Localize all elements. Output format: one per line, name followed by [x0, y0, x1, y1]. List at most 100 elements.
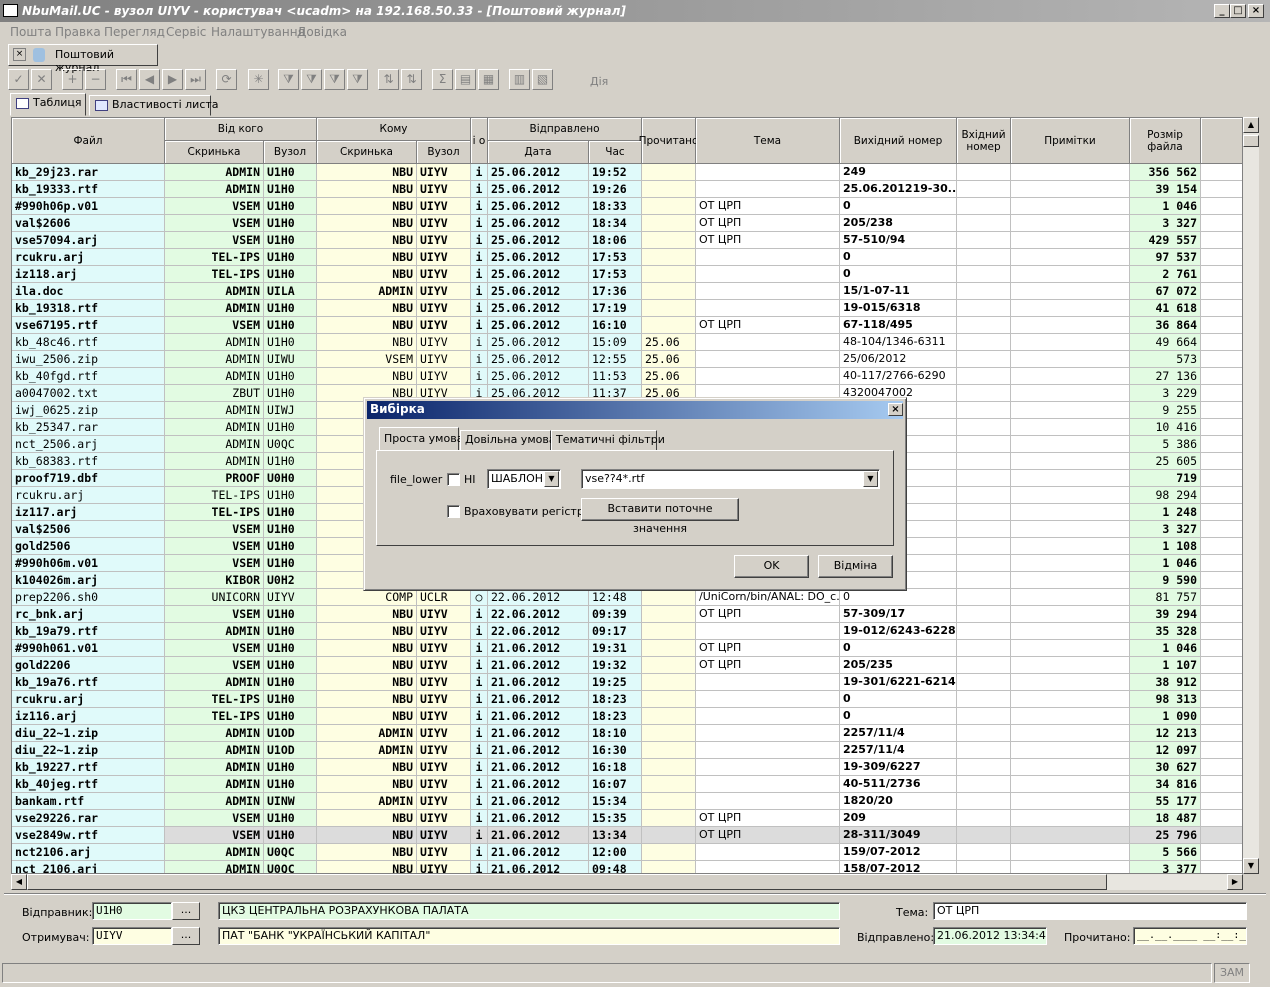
last-icon[interactable]: ⏭ — [185, 69, 206, 90]
sort-desc-icon[interactable]: ⇅ — [401, 69, 422, 90]
chevron-down-icon[interactable]: ▼ — [863, 471, 878, 487]
reject-icon[interactable]: ✕ — [31, 69, 52, 90]
scroll-down-icon[interactable]: ▼ — [1243, 858, 1259, 874]
table-row[interactable]: kb_40fgd.rtf ADMIN U1H0 NBU UIYV i 25.06.2012 1… — [12, 368, 1242, 385]
table-row[interactable]: kb_19227.rtf ADMIN U1H0 NBU UIYV i 21.06.2012 1… — [12, 759, 1242, 776]
read-datetime-field[interactable]: __.__.____ __:__:__ — [1133, 927, 1247, 945]
grid-icon[interactable]: ▧ — [532, 69, 553, 90]
recipient-lookup-button[interactable]: ... — [172, 927, 200, 945]
table-row[interactable]: rcukru.arj TEL-IPS U1H0 NBU UIYV i 25.06.2012 1… — [12, 249, 1242, 266]
col-size[interactable]: Розмір файла — [1130, 118, 1201, 164]
table-row[interactable]: diu_22~1.zip ADMIN U1OD ADMIN UIYV i 21.06.201… — [12, 742, 1242, 759]
filter-add-icon[interactable]: ⧩ — [301, 69, 322, 90]
tab-table[interactable]: Таблиця — [10, 93, 86, 116]
tab-properties[interactable]: Властивості листа — [89, 95, 219, 116]
columns-icon[interactable]: ▥ — [509, 69, 530, 90]
table-row[interactable]: iwu_2506.zip ADMIN UIWU VSEM UIYV i 25.06.2012… — [12, 351, 1242, 368]
scroll-up-icon[interactable]: ▲ — [1243, 117, 1259, 133]
sent-datetime-field[interactable]: 21.06.2012 13:34:46 — [933, 927, 1047, 945]
menu-view[interactable]: Перегляд — [104, 25, 165, 39]
filter-clear-icon[interactable]: ⧩ — [347, 69, 368, 90]
dialog-tab-simple[interactable]: Проста умова — [379, 427, 463, 451]
insert-current-value-button[interactable]: Вставити поточне значення — [581, 498, 739, 535]
col-out-number[interactable]: Вихідний номер — [840, 118, 957, 164]
vertical-scrollbar[interactable]: ▲ ▼ — [1243, 117, 1259, 874]
minimize-button[interactable]: _ — [1214, 4, 1230, 18]
col-time[interactable]: Час — [589, 141, 642, 164]
close-button[interactable]: × — [1248, 4, 1264, 18]
not-checkbox[interactable] — [447, 473, 460, 486]
table-row[interactable]: nct_2106.arj ADMIN U0QC NBU UIYV i 21.06.2012 0… — [12, 861, 1242, 873]
recipient-name-field[interactable]: ПАТ "БАНК "УКРАЇНСЬКИЙ КАПІТАЛ" — [218, 927, 840, 945]
col-in-number[interactable]: Вхідний номер — [957, 118, 1011, 164]
hscroll-thumb[interactable] — [27, 874, 1107, 890]
table-row[interactable]: kb_29j23.rar ADMIN U1H0 NBU UIYV i 25.06.2012 1… — [12, 164, 1242, 181]
case-sensitive-checkbox[interactable] — [447, 505, 460, 518]
sender-lookup-button[interactable]: ... — [172, 902, 200, 920]
dialog-tab-thematic[interactable]: Тематичні фільтри — [551, 430, 665, 451]
col-date[interactable]: Дата — [488, 141, 589, 164]
value-combo[interactable]: vse??4*.rtf ▼ — [581, 469, 880, 489]
refresh-icon[interactable]: ⟳ — [216, 69, 237, 90]
table-row[interactable]: iz118.arj TEL-IPS U1H0 NBU UIYV i 25.06.2012 17… — [12, 266, 1242, 283]
add-icon[interactable]: + — [62, 69, 83, 90]
menu-edit[interactable]: Правка — [55, 25, 101, 39]
col-file[interactable]: Файл — [12, 118, 165, 164]
col-subject[interactable]: Тема — [696, 118, 840, 164]
table-row[interactable]: prep2206.sh0 UNICORN UIYV COMP UCLR ○ 22.06.20… — [12, 589, 1242, 606]
menu-service[interactable]: Сервіс — [166, 25, 206, 39]
table-row[interactable]: kb_19a79.rtf ADMIN U1H0 NBU UIYV i 22.06.2012 0… — [12, 623, 1242, 640]
table-row[interactable]: #990h06p.v01 VSEM U1H0 NBU UIYV i 25.06.2012 18… — [12, 198, 1242, 215]
accept-icon[interactable]: ✓ — [8, 69, 29, 90]
table-row[interactable]: ila.doc ADMIN UILA ADMIN UIYV i 25.06.2012 17:3… — [12, 283, 1242, 300]
table-row[interactable]: kb_48c46.rtf ADMIN U1H0 NBU UIYV i 25.06.2012 1… — [12, 334, 1242, 351]
tab-close-icon[interactable]: × — [13, 48, 26, 61]
table-row[interactable]: vse29226.rar VSEM U1H0 NBU UIYV i 21.06.2012 15… — [12, 810, 1242, 827]
sender-code-field[interactable]: U1H0 — [92, 902, 172, 920]
table-row[interactable]: vse67195.rtf VSEM U1H0 NBU UIYV i 25.06.2012 16… — [12, 317, 1242, 334]
table-row[interactable]: gold2206 VSEM U1H0 NBU UIYV i 21.06.2012 19:32 О… — [12, 657, 1242, 674]
col-from-box[interactable]: Скринька — [165, 141, 264, 164]
next-icon[interactable]: ▶ — [162, 69, 183, 90]
recipient-code-field[interactable]: UIYV — [92, 927, 172, 945]
first-icon[interactable]: ⏮ — [116, 69, 137, 90]
sender-name-field[interactable]: ЦКЗ ЦЕНТРАЛЬНА РОЗРАХУНКОВА ПАЛАТА — [218, 902, 840, 920]
sum-icon[interactable]: Σ — [432, 69, 453, 90]
table-row[interactable]: bankam.rtf ADMIN UINW ADMIN UIYV i 21.06.2012 1… — [12, 793, 1242, 810]
table-row[interactable]: #990h061.v01 VSEM U1H0 NBU UIYV i 21.06.2012 19… — [12, 640, 1242, 657]
save-icon[interactable]: ▦ — [478, 69, 499, 90]
table-row[interactable]: kb_19333.rtf ADMIN U1H0 NBU UIYV i 25.06.2012 1… — [12, 181, 1242, 198]
star-icon[interactable]: ✳ — [248, 69, 269, 90]
col-notes[interactable]: Примітки — [1011, 118, 1130, 164]
table-row[interactable]: rcukru.arj TEL-IPS U1H0 NBU UIYV i 21.06.2012 1… — [12, 691, 1242, 708]
scroll-right-icon[interactable]: ▶ — [1227, 874, 1243, 890]
filter-edit-icon[interactable]: ⧩ — [324, 69, 345, 90]
dialog-tab-custom[interactable]: Довільна умова — [460, 430, 556, 451]
table-row[interactable]: iz116.arj TEL-IPS U1H0 NBU UIYV i 21.06.2012 18… — [12, 708, 1242, 725]
col-to-box[interactable]: Скринька — [317, 141, 417, 164]
col-extra[interactable] — [1201, 118, 1242, 164]
table-row[interactable]: val$2606 VSEM U1H0 NBU UIYV i 25.06.2012 18:34 О… — [12, 215, 1242, 232]
table-row[interactable]: kb_19318.rtf ADMIN U1H0 NBU UIYV i 25.06.2012 1… — [12, 300, 1242, 317]
cancel-button[interactable]: Відміна — [818, 555, 893, 578]
ok-button[interactable]: OK — [734, 555, 809, 578]
remove-icon[interactable]: − — [85, 69, 106, 90]
export-icon[interactable]: ▤ — [455, 69, 476, 90]
table-row[interactable]: vse2849w.rtf VSEM U1H0 NBU UIYV i 21.06.2012 13… — [12, 827, 1242, 844]
col-read[interactable]: Прочитано — [639, 118, 698, 164]
col-to[interactable]: Кому — [317, 118, 471, 141]
col-to-node[interactable]: Вузол — [417, 141, 471, 164]
horizontal-scrollbar[interactable]: ◀ ▶ — [11, 874, 1243, 890]
filter-icon[interactable]: ⧩ — [278, 69, 299, 90]
table-row[interactable]: kb_19a76.rtf ADMIN U1H0 NBU UIYV i 21.06.2012 1… — [12, 674, 1242, 691]
prev-icon[interactable]: ◀ — [139, 69, 160, 90]
scroll-left-icon[interactable]: ◀ — [11, 874, 27, 890]
menu-settings[interactable]: Налаштування — [211, 25, 305, 39]
col-sent[interactable]: Відправлено — [488, 118, 642, 141]
table-row[interactable]: rc_bnk.arj VSEM U1H0 NBU UIYV i 22.06.2012 09:3… — [12, 606, 1242, 623]
subject-field[interactable]: ОТ ЦРП — [933, 902, 1247, 920]
col-io[interactable]: і о — [471, 118, 488, 164]
col-from-node[interactable]: Вузол — [264, 141, 317, 164]
scroll-thumb[interactable] — [1243, 135, 1259, 147]
maximize-button[interactable]: □ — [1230, 4, 1246, 18]
